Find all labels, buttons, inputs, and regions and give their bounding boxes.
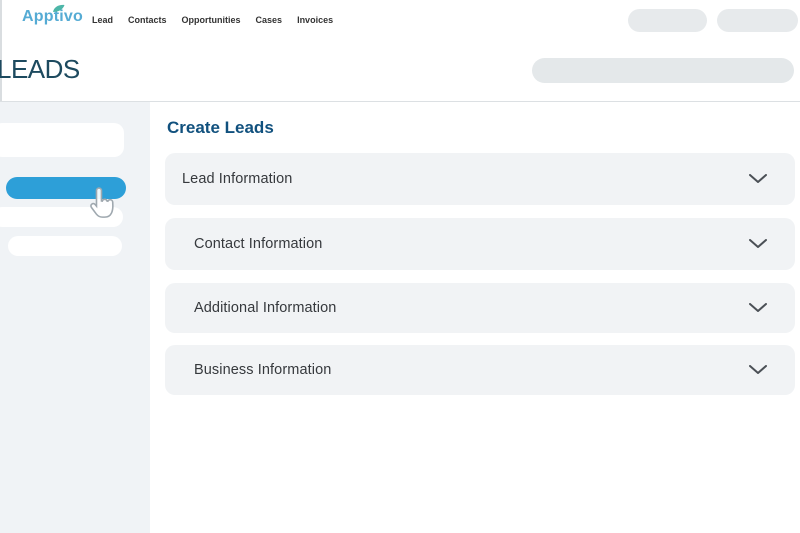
main-nav: Lead Contacts Opportunities Cases Invoic… <box>92 0 333 40</box>
topbar-placeholder-button-1[interactable] <box>628 9 707 32</box>
apptivo-app-window: Apptivo Lead Contacts Opportunities Case… <box>0 0 800 533</box>
section-business-information[interactable]: Business Information <box>165 345 795 395</box>
topbar-placeholder-button-2[interactable] <box>717 9 798 32</box>
app-title: LEADS <box>0 54 80 84</box>
chevron-down-icon[interactable] <box>749 365 767 375</box>
chevron-down-icon[interactable] <box>749 303 767 313</box>
hand-pointer-cursor <box>90 187 114 218</box>
search-bar-placeholder[interactable] <box>532 58 794 83</box>
nav-item-opportunities[interactable]: Opportunities <box>182 15 241 25</box>
section-contact-information[interactable]: Contact Information <box>165 218 795 270</box>
chevron-down-icon[interactable] <box>749 174 767 184</box>
sidebar-item-placeholder-3[interactable] <box>8 236 122 256</box>
section-label: Business Information <box>194 362 332 378</box>
nav-item-contacts[interactable]: Contacts <box>128 15 167 25</box>
section-label: Contact Information <box>194 236 323 252</box>
section-additional-information[interactable]: Additional Information <box>165 283 795 333</box>
sidebar-item-placeholder-1[interactable] <box>0 123 124 157</box>
leaf-icon <box>53 4 65 12</box>
chevron-down-icon[interactable] <box>749 239 767 249</box>
nav-item-cases[interactable]: Cases <box>256 15 283 25</box>
left-edge-shade <box>0 0 2 101</box>
section-label: Additional Information <box>194 300 337 316</box>
page-title: Create Leads <box>167 118 274 137</box>
section-label: Lead Information <box>182 171 293 187</box>
apptivo-logo[interactable]: Apptivo <box>22 4 83 32</box>
nav-item-invoices[interactable]: Invoices <box>297 15 333 25</box>
section-lead-information[interactable]: Lead Information <box>165 153 795 205</box>
left-sidebar <box>0 102 150 533</box>
nav-item-lead[interactable]: Lead <box>92 15 113 25</box>
create-leads-panel: Create Leads Lead Information Contact In… <box>150 102 800 533</box>
